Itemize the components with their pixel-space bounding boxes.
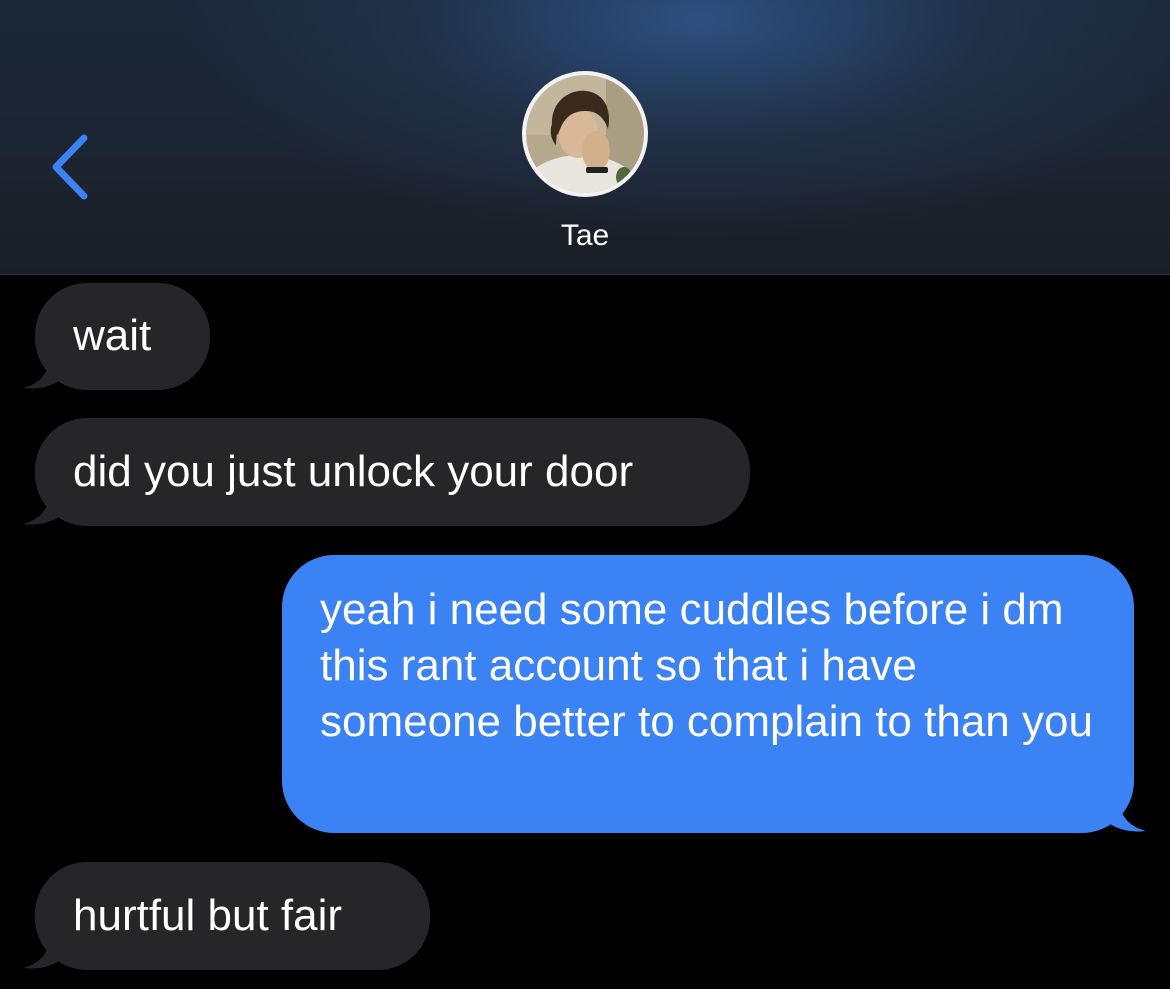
contact-name: Tae [560,219,610,252]
conversation-header: Tae [0,0,1170,275]
bubble-tail [23,346,65,389]
message-text: did you just unlock your door [73,447,634,496]
back-button[interactable] [40,128,110,208]
avatar[interactable] [522,71,648,197]
chevron-left-icon [52,134,88,200]
message-text: yeah i need some cuddles before i dm thi… [320,585,1093,746]
bubble-tail [23,926,65,969]
message-text: hurtful but fair [73,891,343,940]
message-bubble-incoming[interactable]: did you just unlock your door [23,418,750,526]
message-bubble-incoming[interactable]: hurtful but fair [23,862,430,970]
message-text: wait [73,311,152,360]
message-bubble-incoming[interactable]: wait [23,283,210,390]
message-bubble-outgoing[interactable]: yeah i need some cuddles before i dm thi… [282,555,1146,833]
bubble-tail [23,482,65,525]
bubble-tail [1104,789,1146,832]
contact-photo [526,75,644,193]
